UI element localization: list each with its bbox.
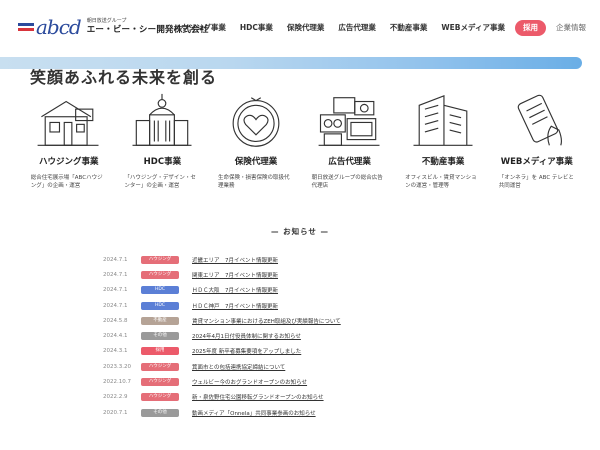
house-icon — [37, 100, 99, 146]
service-desc: 総合住宅展示場「ABCハウジング」の企画・運営 — [30, 175, 103, 189]
news-date: 2020.7.1 — [103, 409, 128, 416]
news-date: 2024.7.1 — [103, 271, 128, 278]
news-title-link[interactable]: 動画メディア「Onnela」共同事業参画のお知らせ — [192, 409, 316, 417]
service-title: WEBメディア事業 — [500, 157, 573, 167]
service-desc: 「オンネラ」を ABC テレビと共同運営 — [498, 175, 574, 189]
news-title-link[interactable]: 関東エリア 7月イベント情報更新 — [192, 271, 278, 279]
news-date: 2024.5.8 — [103, 317, 128, 324]
news-item[interactable]: 2024.7.1 HDC ＨＤＣ大阪 7月イベント情報更新 — [103, 283, 523, 298]
service-title: HDC事業 — [143, 157, 182, 167]
news-category-badge: HDC — [141, 301, 179, 310]
nav-company-info[interactable]: 企業情報 — [556, 21, 586, 35]
site-header: abcd 朝日放送グループ エー・ビー・シー開発株式会社 ハウジング事業 HDC… — [0, 0, 600, 58]
news-date: 2022.10.7 — [103, 379, 131, 386]
news-date: 2024.3.1 — [103, 348, 128, 355]
news-category-badge: ハウジング — [141, 270, 179, 279]
main-nav: ハウジング事業 HDC事業 保険代理業 広告代理業 不動産事業 WEBメディア事… — [159, 20, 586, 36]
news-category-badge: ハウジング — [141, 378, 179, 387]
nav-hdc[interactable]: HDC事業 — [240, 21, 273, 35]
news-category-badge: 採用 — [141, 347, 179, 356]
news-title-link[interactable]: 近畿エリア 7月イベント情報更新 — [192, 256, 278, 264]
news-category-badge: その他 — [141, 408, 179, 417]
news-item[interactable]: 2024.3.1 採用 2025年度 新卒者募集要項をアップしました — [103, 344, 523, 359]
service-title: ハウジング事業 — [39, 157, 99, 167]
news-category-badge: ハウジング — [141, 255, 179, 264]
logo-stripes-icon — [18, 20, 34, 34]
news-category-badge: 不動産 — [141, 316, 179, 325]
recruit-button[interactable]: 採用 — [515, 20, 546, 36]
news-item[interactable]: 2024.7.1 HDC ＨＤＣ神戸 7月イベント情報更新 — [103, 298, 523, 313]
smartphone-icon — [517, 94, 562, 146]
news-title-link[interactable]: 賃貸マンション事業におけるZEH取組及び実績報告について — [192, 317, 341, 325]
logo-wordmark: abcd — [36, 15, 82, 39]
news-date: 2024.7.1 — [103, 256, 128, 263]
hero-title: 笑顔あふれる未来を創る — [30, 68, 218, 87]
service-desc: 生命保険・損害保険の取扱代理業務 — [217, 175, 290, 189]
news-item[interactable]: 2024.7.1 ハウジング 関東エリア 7月イベント情報更新 — [103, 267, 523, 282]
news-category-badge: ハウジング — [141, 393, 179, 402]
heart-icon — [232, 97, 280, 147]
news-category-badge: その他 — [141, 332, 179, 341]
service-title: 広告代理業 — [328, 157, 371, 167]
news-date: 2023.3.20 — [103, 363, 131, 370]
news-item[interactable]: 2022.10.7 ハウジング ウェルビー今のおグランドオープンのお知らせ — [103, 374, 523, 389]
news-item[interactable]: 2023.3.20 ハウジング 箕面市との包括連携協定締結について — [103, 359, 523, 374]
news-title-link[interactable]: ＨＤＣ大阪 7月イベント情報更新 — [192, 286, 278, 294]
service-insurance[interactable]: 保険代理業 生命保険・損害保険の取扱代理業務 — [209, 90, 303, 190]
news-list: 2024.7.1 ハウジング 近畿エリア 7月イベント情報更新 2024.7.1 ハウジ… — [103, 252, 523, 420]
service-real-estate[interactable]: 不動産事業 オフィスビル・賃貸マンションの運営・管理等 — [396, 90, 490, 190]
service-title: 不動産事業 — [421, 157, 465, 167]
news-date: 2024.7.1 — [103, 302, 128, 309]
service-desc: 朝日放送グループの総合広告代理店 — [311, 175, 383, 189]
service-desc: オフィスビル・賃貸マンションの運営・管理等 — [405, 175, 477, 189]
news-title-link[interactable]: 2025年度 新卒者募集要項をアップしました — [192, 347, 301, 355]
news-title-link[interactable]: 新・泉佐野住宅公園移転グランドオープンのお知らせ — [192, 393, 324, 401]
service-web-media[interactable]: WEBメディア事業 「オンネラ」を ABC テレビと共同運営 — [490, 90, 584, 190]
service-desc: 「ハウジング・デザイン・センター」の企画・運営 — [124, 175, 196, 189]
news-heading: — お知らせ — — [270, 227, 330, 236]
office-building-icon — [413, 94, 473, 146]
service-title: 保険代理業 — [234, 157, 278, 167]
news-date: 2022.2.9 — [103, 394, 128, 401]
news-item[interactable]: 2024.4.1 その他 2024年4月1日付役員体制に関するお知らせ — [103, 328, 523, 343]
services-section: ハウジング事業 総合住宅展示場「ABCハウジング」の企画・運営 HDC事業 「ハ… — [22, 90, 584, 190]
news-date: 2024.7.1 — [103, 287, 128, 294]
news-item[interactable]: 2024.7.1 ハウジング 近畿エリア 7月イベント情報更新 — [103, 252, 523, 267]
news-category-badge: HDC — [141, 286, 179, 295]
news-date: 2024.4.1 — [103, 333, 128, 340]
news-title-link[interactable]: 箕面市との包括連携協定締結について — [192, 363, 285, 371]
news-item[interactable]: 2022.2.9 ハウジング 新・泉佐野住宅公園移転グランドオープンのお知らせ — [103, 390, 523, 405]
nav-insurance[interactable]: 保険代理業 — [287, 21, 325, 35]
service-hdc[interactable]: HDC事業 「ハウジング・デザイン・センター」の企画・運営 — [116, 90, 210, 190]
nav-housing[interactable]: ハウジング事業 — [173, 21, 226, 35]
news-category-badge: ハウジング — [141, 362, 179, 371]
news-item[interactable]: 2020.7.1 その他 動画メディア「Onnela」共同事業参画のお知らせ — [103, 405, 523, 420]
media-icon — [318, 97, 380, 146]
building-icon — [132, 93, 192, 146]
nav-advertising[interactable]: 広告代理業 — [338, 21, 376, 35]
nav-real-estate[interactable]: 不動産事業 — [390, 21, 428, 35]
service-advertising[interactable]: 広告代理業 朝日放送グループの総合広告代理店 — [303, 90, 397, 190]
news-title-link[interactable]: ウェルビー今のおグランドオープンのお知らせ — [192, 378, 307, 386]
news-title-link[interactable]: ＨＤＣ神戸 7月イベント情報更新 — [192, 302, 278, 310]
service-housing[interactable]: ハウジング事業 総合住宅展示場「ABCハウジング」の企画・運営 — [22, 90, 116, 190]
news-item[interactable]: 2024.5.8 不動産 賃貸マンション事業におけるZEH取組及び実績報告について — [103, 313, 523, 328]
nav-web-media[interactable]: WEBメディア事業 — [441, 21, 505, 35]
news-title-link[interactable]: 2024年4月1日付役員体制に関するお知らせ — [192, 332, 301, 340]
